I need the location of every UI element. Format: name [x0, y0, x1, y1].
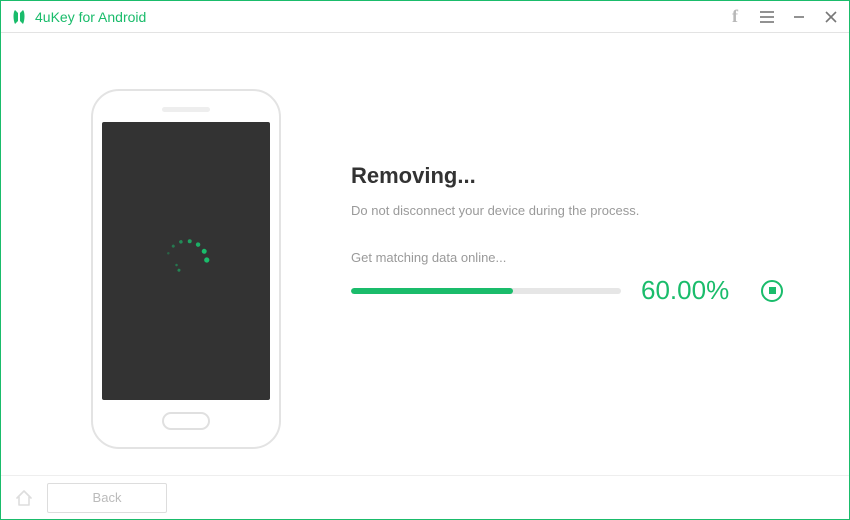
facebook-button[interactable]: f	[719, 1, 751, 33]
close-button[interactable]	[815, 1, 847, 33]
phone-home-button	[162, 412, 210, 430]
facebook-icon: f	[732, 6, 738, 27]
footer: Back	[1, 475, 849, 519]
progress-row: 60.00%	[351, 275, 789, 306]
progress-heading: Removing...	[351, 163, 789, 189]
progress-percent: 60.00%	[641, 275, 741, 306]
spinner-icon	[163, 238, 209, 284]
progress-panel: Removing... Do not disconnect your devic…	[281, 123, 789, 306]
progress-step-label: Get matching data online...	[351, 250, 789, 265]
hamburger-icon	[760, 11, 774, 23]
close-icon	[825, 11, 837, 23]
titlebar: 4uKey for Android f	[1, 1, 849, 33]
progress-bar	[351, 288, 621, 294]
phone-screen	[102, 122, 270, 400]
content-area: Removing... Do not disconnect your devic…	[1, 33, 849, 475]
home-button[interactable]	[11, 485, 37, 511]
minimize-button[interactable]	[783, 1, 815, 33]
app-title: 4uKey for Android	[35, 9, 146, 25]
app-window: 4uKey for Android f	[0, 0, 850, 520]
progress-warning: Do not disconnect your device during the…	[351, 203, 789, 218]
phone-speaker	[162, 107, 210, 112]
back-button-label: Back	[93, 490, 122, 505]
minimize-icon	[793, 11, 805, 23]
stop-button[interactable]	[761, 280, 783, 302]
app-logo-icon	[11, 9, 27, 25]
menu-button[interactable]	[751, 1, 783, 33]
progress-bar-fill	[351, 288, 513, 294]
back-button[interactable]: Back	[47, 483, 167, 513]
home-icon	[14, 488, 34, 508]
phone-illustration	[91, 89, 281, 449]
